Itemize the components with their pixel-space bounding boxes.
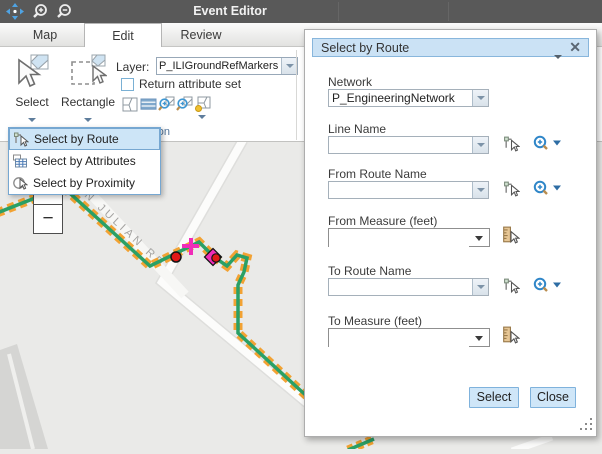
- selection-options-icon[interactable]: [194, 96, 211, 113]
- menu-item-label: Select by Route: [34, 132, 119, 146]
- select-geometry-icon[interactable]: [122, 96, 139, 113]
- tab-review[interactable]: Review: [162, 23, 240, 47]
- to-measure-label: To Measure (feet): [328, 314, 422, 328]
- network-dropdown-button[interactable]: [472, 90, 488, 106]
- panel-collapse-button[interactable]: [554, 46, 562, 64]
- from-route-dropdown-button[interactable]: [472, 182, 488, 198]
- road-label: N JULIAN RD: [82, 189, 168, 270]
- rectangle-tool-label: Rectangle: [60, 95, 116, 109]
- network-combobox[interactable]: [328, 89, 489, 107]
- pan-icon[interactable]: [6, 3, 24, 20]
- selection-options-caret-icon[interactable]: [198, 115, 206, 119]
- from-measure-caret-icon[interactable]: [475, 236, 483, 241]
- layer-input[interactable]: [157, 58, 281, 74]
- return-attribute-label: Return attribute set: [139, 77, 241, 91]
- line-name-zoom-icon[interactable]: [533, 135, 563, 152]
- select-by-route-icon: [13, 131, 29, 147]
- from-measure-combobox[interactable]: [328, 228, 490, 247]
- menu-item-select-by-proximity[interactable]: Select by Proximity: [9, 172, 160, 194]
- header-separator: [448, 2, 449, 21]
- from-route-label: From Route Name: [328, 167, 427, 181]
- from-measure-label: From Measure (feet): [328, 214, 437, 228]
- select-button[interactable]: Select: [469, 387, 519, 408]
- panel-header[interactable]: Select by Route ✕: [312, 38, 589, 57]
- red-point-marker-2: [212, 254, 220, 262]
- select-tool-icon: [14, 54, 50, 88]
- line-name-dropdown-button[interactable]: [472, 137, 488, 153]
- from-route-pick-route-icon[interactable]: [503, 180, 520, 197]
- layer-dropdown-button[interactable]: [281, 58, 297, 74]
- line-name-label: Line Name: [328, 122, 386, 136]
- line-name-combobox[interactable]: [328, 136, 489, 154]
- select-by-attributes-icon: [12, 153, 28, 169]
- tab-map[interactable]: Map: [6, 23, 84, 47]
- line-name-pick-route-icon[interactable]: [503, 135, 520, 152]
- road-sliver: [512, 437, 552, 449]
- menu-item-select-by-attributes[interactable]: Select by Attributes: [9, 150, 160, 172]
- panel-title: Select by Route: [321, 41, 409, 55]
- attribute-list-icon[interactable]: [140, 96, 157, 113]
- to-measure-input[interactable]: [329, 330, 469, 347]
- select-tool-caret-icon[interactable]: [28, 118, 36, 122]
- to-measure-caret-icon[interactable]: [475, 336, 483, 341]
- to-measure-pick-icon[interactable]: [502, 326, 520, 344]
- select-by-proximity-icon: [12, 175, 28, 191]
- header-separator: [338, 2, 339, 21]
- from-measure-input[interactable]: [329, 230, 469, 247]
- menu-item-label: Select by Proximity: [33, 176, 135, 190]
- zoom-to-selection-icon[interactable]: [158, 96, 175, 113]
- zoom-in-icon[interactable]: [31, 3, 49, 20]
- zoom-to-feature-icon[interactable]: [176, 96, 193, 113]
- network-label: Network: [328, 75, 372, 89]
- from-route-input[interactable]: [329, 182, 472, 198]
- to-route-pick-route-icon[interactable]: [503, 277, 520, 294]
- select-tool-button[interactable]: Select: [8, 54, 56, 127]
- ribbon-group-separator: [296, 50, 297, 140]
- tab-edit[interactable]: Edit: [84, 23, 162, 48]
- menu-item-select-by-route[interactable]: Select by Route: [9, 128, 160, 150]
- road: [162, 142, 307, 403]
- to-route-dropdown-button[interactable]: [472, 279, 488, 295]
- panel-resize-grip[interactable]: [580, 418, 592, 430]
- line-name-input[interactable]: [329, 137, 472, 153]
- gray-band: [0, 344, 48, 449]
- red-point-marker: [171, 252, 181, 262]
- map-zoom-out-button[interactable]: −: [33, 205, 63, 234]
- app-title: Event Editor: [150, 4, 310, 18]
- to-route-input[interactable]: [329, 279, 472, 295]
- zoom-out-icon[interactable]: [55, 3, 73, 20]
- close-button[interactable]: Close: [530, 387, 576, 408]
- to-measure-combobox[interactable]: [328, 328, 490, 347]
- app-header: Event Editor: [0, 0, 602, 23]
- return-attribute-checkbox[interactable]: [121, 78, 134, 91]
- from-measure-pick-icon[interactable]: [502, 226, 520, 244]
- rectangle-tool-icon: [69, 54, 107, 88]
- select-tool-label: Select: [8, 95, 56, 109]
- rectangle-tool-caret-icon[interactable]: [84, 118, 92, 122]
- layer-combobox[interactable]: [156, 57, 298, 75]
- to-route-zoom-icon[interactable]: [533, 277, 563, 294]
- layer-label: Layer:: [116, 60, 149, 74]
- road-casing: [162, 142, 307, 403]
- rectangle-tool-button[interactable]: Rectangle: [60, 54, 116, 127]
- panel-close-button[interactable]: ✕: [569, 39, 581, 56]
- to-route-label: To Route Name: [328, 264, 411, 278]
- from-route-combobox[interactable]: [328, 181, 489, 199]
- network-input[interactable]: [329, 90, 472, 106]
- select-by-route-panel: Select by Route ✕ Network Line Name From…: [304, 29, 597, 437]
- select-dropdown-menu: Select by Route Select by Attributes Sel…: [8, 127, 161, 195]
- menu-item-label: Select by Attributes: [33, 154, 136, 168]
- to-route-combobox[interactable]: [328, 278, 489, 296]
- from-route-zoom-icon[interactable]: [533, 180, 563, 197]
